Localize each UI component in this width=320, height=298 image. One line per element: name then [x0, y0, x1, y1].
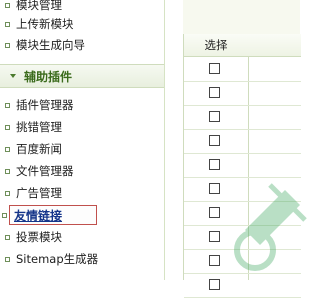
table-row: [184, 57, 301, 82]
toolbar-area: [183, 0, 300, 35]
table-row: [184, 81, 301, 106]
sidebar-item-label: 上传新模块: [16, 17, 74, 31]
section-header-label: 辅助插件: [24, 69, 73, 84]
sidebar-item-module-wizard[interactable]: 模块生成向导: [0, 36, 160, 54]
chevron-down-icon: [10, 74, 16, 78]
table-row: [184, 249, 301, 274]
table-row: [184, 105, 301, 130]
row-select-checkbox[interactable]: [209, 207, 220, 218]
table-row: [184, 177, 301, 202]
bullet-icon: [5, 234, 10, 240]
sidebar-item-label: 友情链接: [14, 208, 63, 223]
sidebar-item-plugin-manager[interactable]: 插件管理器: [0, 96, 160, 114]
column-header-select: 选择: [204, 38, 228, 52]
section-header-plugins[interactable]: 辅助插件: [0, 64, 164, 88]
row-select-checkbox[interactable]: [209, 255, 220, 266]
sidebar-item-file-manager[interactable]: 文件管理器: [0, 162, 160, 180]
bullet-icon: [5, 102, 10, 108]
sidebar-item-label: 百度新闻: [16, 142, 62, 156]
row-select-checkbox[interactable]: [209, 279, 220, 290]
sidebar-item-label: 挑错管理: [16, 120, 62, 134]
row-select-checkbox[interactable]: [209, 231, 220, 242]
bullet-icon: [5, 42, 10, 48]
main-panel: 选择: [165, 0, 301, 298]
sidebar-item-label: 模块生成向导: [16, 38, 85, 52]
sidebar-item-module-manage[interactable]: 模块管理: [0, 0, 160, 14]
bullet-icon: [5, 124, 10, 130]
row-select-checkbox[interactable]: [209, 111, 220, 122]
table-row: [184, 273, 301, 298]
table-header: 选择: [184, 34, 301, 57]
bullet-icon: [5, 21, 10, 27]
bullet-icon: [5, 2, 10, 8]
sidebar-item-label: 模块管理: [16, 0, 62, 12]
sidebar-item-friend-links[interactable]: 友情链接: [2, 205, 97, 225]
table-row: [184, 201, 301, 226]
table-row: [184, 129, 301, 154]
sidebar-item-label: 文件管理器: [16, 164, 74, 178]
bullet-icon: [5, 190, 10, 196]
sidebar-item-sitemap[interactable]: Sitemap生成器: [0, 250, 160, 268]
row-select-checkbox[interactable]: [209, 135, 220, 146]
sidebar-item-ad-manager[interactable]: 广告管理: [0, 184, 160, 202]
sidebar-item-label: 插件管理器: [16, 98, 74, 112]
table-row: [184, 153, 301, 178]
sidebar-item-vote-module[interactable]: 投票模块: [0, 228, 160, 246]
row-select-checkbox[interactable]: [209, 63, 220, 74]
row-select-checkbox[interactable]: [209, 159, 220, 170]
bullet-icon: [2, 212, 7, 218]
row-select-checkbox[interactable]: [209, 87, 220, 98]
sidebar-item-error-report[interactable]: 挑错管理: [0, 118, 160, 136]
sidebar-item-label: Sitemap生成器: [16, 252, 99, 266]
links-table: 选择: [183, 34, 301, 298]
sidebar-item-baidu-news[interactable]: 百度新闻: [0, 140, 160, 158]
sidebar-item-label: 广告管理: [16, 186, 62, 200]
bullet-icon: [5, 146, 10, 152]
row-select-checkbox[interactable]: [209, 183, 220, 194]
bullet-icon: [5, 168, 10, 174]
sidebar-item-upload-module[interactable]: 上传新模块: [0, 15, 160, 33]
table-row: [184, 225, 301, 250]
sidebar: 模块管理 上传新模块 模块生成向导 辅助插件 插件管理器 挑错管理 百度新闻 文…: [0, 0, 165, 280]
sidebar-item-label: 投票模块: [16, 230, 62, 244]
bullet-icon: [5, 256, 10, 262]
